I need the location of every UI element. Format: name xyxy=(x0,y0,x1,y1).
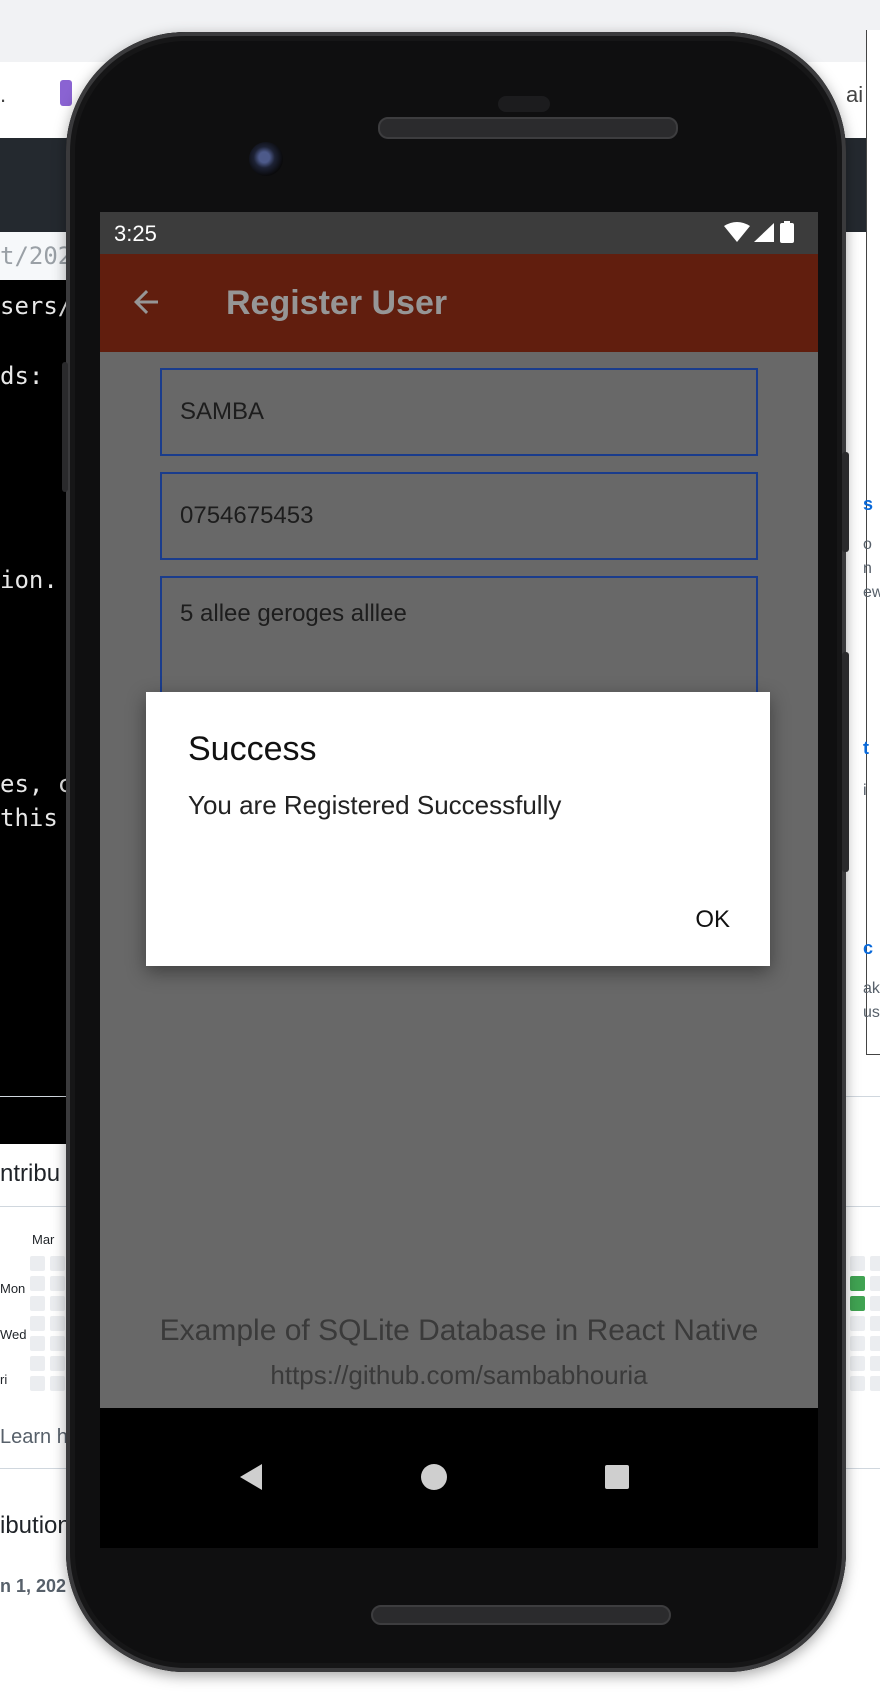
contribution-cell xyxy=(30,1256,45,1271)
contribution-cell xyxy=(50,1356,65,1371)
success-dialog: Success You are Registered Successfully … xyxy=(146,692,770,966)
earpiece-speaker xyxy=(378,117,678,139)
status-time: 3:25 xyxy=(114,221,157,246)
home-circle-icon[interactable] xyxy=(409,1452,459,1502)
activity-date: n 1, 202 xyxy=(0,1576,67,1596)
phone-screen: 3:25 Register User SAMBA 0754675453 5 al… xyxy=(100,212,818,1548)
status-icons xyxy=(722,221,806,245)
contribution-cell xyxy=(30,1276,45,1291)
panel-fragment: s xyxy=(863,494,874,514)
panel-fragment: c xyxy=(863,938,874,958)
footer-link: https://github.com/sambabhouria xyxy=(270,1360,648,1390)
day-label: Mon xyxy=(0,1281,26,1296)
bookmark-fragment: . xyxy=(0,82,7,107)
contribution-cell xyxy=(870,1356,880,1371)
contribution-cell xyxy=(870,1376,880,1391)
status-bar: 3:25 xyxy=(100,212,818,254)
power-button xyxy=(842,452,849,552)
terminal-line: es, c xyxy=(0,770,73,798)
contribution-cell xyxy=(30,1316,45,1331)
contribution-cell xyxy=(870,1256,880,1271)
day-label: ri xyxy=(0,1372,8,1387)
contribution-cell xyxy=(50,1376,65,1391)
app-bar: Register User xyxy=(100,254,818,352)
back-triangle-icon[interactable] xyxy=(226,1452,276,1502)
contribution-cell xyxy=(850,1316,865,1331)
address-field[interactable]: 5 allee geroges alllee xyxy=(160,576,758,696)
bookmark-favicon-icon xyxy=(60,80,72,106)
cellular-signal-icon xyxy=(754,223,774,242)
contribution-cell xyxy=(30,1336,45,1351)
contribution-cell xyxy=(870,1296,880,1311)
contribution-cell xyxy=(50,1316,65,1331)
panel-fragment: ak xyxy=(863,980,880,997)
contribution-cell xyxy=(870,1316,880,1331)
contribution-cell xyxy=(850,1376,865,1391)
terminal-line: ds: xyxy=(0,362,44,390)
panel-fragment: us xyxy=(863,1004,880,1021)
contribution-cell xyxy=(50,1296,65,1311)
bookmark-fragment-right: ai xyxy=(846,82,864,107)
contribution-cell xyxy=(870,1336,880,1351)
front-camera-icon xyxy=(249,142,283,176)
contribution-cell xyxy=(30,1356,45,1371)
panel-fragment: o xyxy=(863,536,872,553)
contribution-cell xyxy=(850,1296,865,1311)
contribution-cell xyxy=(50,1256,65,1271)
day-label: Wed xyxy=(0,1327,27,1342)
panel-fragment: n xyxy=(863,560,872,577)
terminal-line: sers/ xyxy=(0,292,73,320)
dialog-message: You are Registered Successfully xyxy=(188,790,562,820)
footer-title: Example of SQLite Database in React Nati… xyxy=(159,1314,759,1347)
battery-icon xyxy=(780,221,794,243)
panel-fragment: i xyxy=(863,782,867,799)
proximity-sensor xyxy=(498,96,550,112)
activity-heading: ibution xyxy=(0,1512,71,1539)
android-nav-bar xyxy=(100,1408,818,1548)
contribution-cell xyxy=(30,1376,45,1391)
wifi-icon xyxy=(724,222,750,242)
path-fragment: t/202 xyxy=(0,242,73,270)
terminal-line: this xyxy=(0,804,58,832)
contribution-cell xyxy=(50,1336,65,1351)
volume-rocker xyxy=(842,652,849,872)
month-label: Mar xyxy=(32,1232,55,1247)
learn-link[interactable]: Learn h xyxy=(0,1426,68,1449)
panel-fragment: ew xyxy=(863,584,880,601)
page-title: Register User xyxy=(226,284,448,322)
contribution-cell xyxy=(850,1276,865,1291)
ok-button[interactable]: OK xyxy=(683,900,742,940)
volume-button xyxy=(62,362,68,492)
phone-field[interactable]: 0754675453 xyxy=(160,472,758,560)
contribution-cell xyxy=(30,1296,45,1311)
contribution-cell xyxy=(850,1356,865,1371)
bottom-speaker xyxy=(371,1605,671,1625)
contribution-cell xyxy=(850,1336,865,1351)
panel-fragment: t xyxy=(863,738,869,758)
recents-square-icon[interactable] xyxy=(592,1452,642,1502)
contribution-cell xyxy=(850,1256,865,1271)
right-side-panel: s o n ew t i c ak us xyxy=(863,30,880,1055)
name-field[interactable]: SAMBA xyxy=(160,368,758,456)
dialog-title: Success xyxy=(188,730,317,768)
contribution-cell xyxy=(50,1276,65,1291)
contributions-heading: ntribu xyxy=(0,1160,61,1187)
terminal-line: ion. xyxy=(0,566,58,594)
contribution-cell xyxy=(870,1276,880,1291)
arrow-left-icon[interactable] xyxy=(128,284,164,320)
